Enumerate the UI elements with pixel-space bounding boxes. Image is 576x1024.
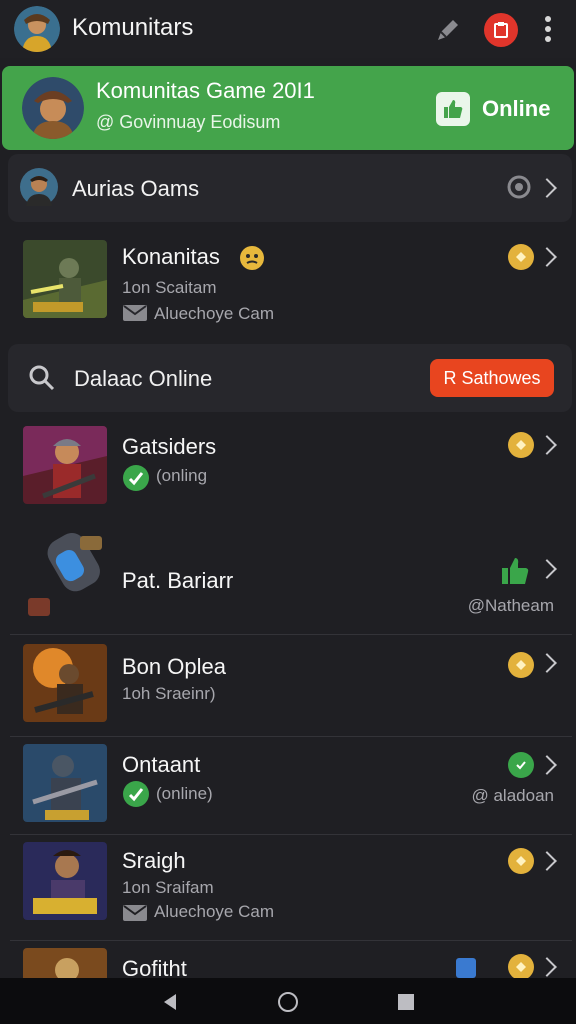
item-subtitle: 1on Sraifam xyxy=(122,878,214,897)
search-label: Dalaac Online xyxy=(74,366,213,391)
pencil-icon[interactable] xyxy=(432,14,464,46)
list-item[interactable]: Ontaant (online) @ aladoan xyxy=(0,738,576,836)
thumbs-up-icon[interactable] xyxy=(500,556,530,586)
message-icon xyxy=(123,305,147,321)
chevron-right-icon xyxy=(537,957,557,977)
banner-title: Komunitas Game 20I1 xyxy=(96,78,315,103)
item-status: (onling xyxy=(156,466,208,485)
coin-icon xyxy=(508,244,534,270)
item-name: Gatsiders xyxy=(122,434,217,459)
red-box-icon[interactable] xyxy=(484,13,518,47)
target-icon[interactable] xyxy=(506,174,532,200)
sort-button[interactable]: R Sathowes xyxy=(430,359,554,397)
game-thumbnail xyxy=(23,842,107,920)
verified-icon xyxy=(508,752,534,778)
recents-icon[interactable] xyxy=(396,992,416,1012)
pinned-name: Aurias Oams xyxy=(72,176,200,201)
search-bar[interactable]: Dalaac Online R Sathowes xyxy=(8,344,572,412)
item-subtitle-2: Aluechoye Cam xyxy=(154,902,275,921)
game-thumbnail xyxy=(23,426,107,504)
chevron-right-icon xyxy=(537,435,557,455)
list-item[interactable]: Gofitht xyxy=(0,942,576,978)
online-status-icon xyxy=(123,781,149,807)
emoji-icon xyxy=(240,246,264,270)
list-item[interactable]: Gatsiders (onling xyxy=(0,418,576,518)
item-subtitle: 1oh Sraeinr) xyxy=(122,684,216,703)
list-item[interactable]: Bon Oplea 1oh Sraeinr) xyxy=(0,636,576,736)
item-name: Konanitas xyxy=(122,244,220,269)
list-item[interactable]: Sraigh 1on Sraifam Aluechoye Cam xyxy=(0,836,576,936)
thumbs-up-icon xyxy=(436,92,470,126)
item-subtitle-2: Aluechoye Cam xyxy=(154,304,275,323)
divider xyxy=(10,834,572,835)
more-options-icon[interactable] xyxy=(538,14,558,44)
chevron-right-icon xyxy=(537,851,557,871)
game-thumbnail xyxy=(23,948,107,978)
chevron-right-icon xyxy=(537,559,557,579)
list-item[interactable]: Pat. Bariarr @Natheam xyxy=(0,522,576,632)
item-status: (online) xyxy=(156,784,213,803)
game-thumbnail xyxy=(23,240,107,318)
divider xyxy=(10,736,572,737)
system-nav-bar xyxy=(0,978,576,1024)
pinned-avatar xyxy=(20,168,58,206)
item-tag: @Natheam xyxy=(467,596,554,615)
coin-icon xyxy=(508,848,534,874)
item-subtitle: 1on Scaitam xyxy=(122,278,217,297)
divider xyxy=(10,634,572,635)
banner-subtitle: @ Govinnuay Eodisum xyxy=(96,112,281,132)
online-label: Online xyxy=(482,96,551,121)
top-app-bar: Komunitars xyxy=(0,0,576,58)
item-name: Gofitht xyxy=(122,956,187,978)
chevron-right-icon xyxy=(537,755,557,775)
online-button[interactable]: Online xyxy=(436,92,550,126)
chevron-right-icon xyxy=(537,178,557,198)
item-name: Ontaant xyxy=(122,752,201,777)
chevron-right-icon xyxy=(537,653,557,673)
item-thumbnail xyxy=(28,533,102,616)
profile-avatar[interactable] xyxy=(14,6,60,52)
message-icon xyxy=(123,905,147,921)
item-name: Pat. Bariarr xyxy=(122,568,234,593)
back-icon[interactable] xyxy=(160,992,180,1012)
item-tag: @ aladoan xyxy=(471,786,555,805)
app-title: Komunitars xyxy=(72,14,194,41)
item-name: Bon Oplea xyxy=(122,654,226,679)
online-status-icon xyxy=(123,465,149,491)
shield-icon xyxy=(456,958,476,978)
coin-icon xyxy=(508,954,534,978)
list-item[interactable]: Konanitas 1on Scaitam Aluechoye Cam xyxy=(0,228,576,338)
game-thumbnail xyxy=(23,744,107,822)
community-banner[interactable]: Komunitas Game 20I1 @ Govinnuay Eodisum … xyxy=(2,66,574,150)
coin-icon xyxy=(508,432,534,458)
community-avatar xyxy=(22,77,84,139)
chevron-right-icon xyxy=(537,247,557,267)
home-icon[interactable] xyxy=(276,990,300,1014)
item-name: Sraigh xyxy=(122,848,186,873)
search-icon xyxy=(29,365,55,391)
pinned-row[interactable]: Aurias Oams xyxy=(8,154,572,222)
coin-icon xyxy=(508,652,534,678)
game-thumbnail xyxy=(23,644,107,722)
divider xyxy=(10,940,572,941)
